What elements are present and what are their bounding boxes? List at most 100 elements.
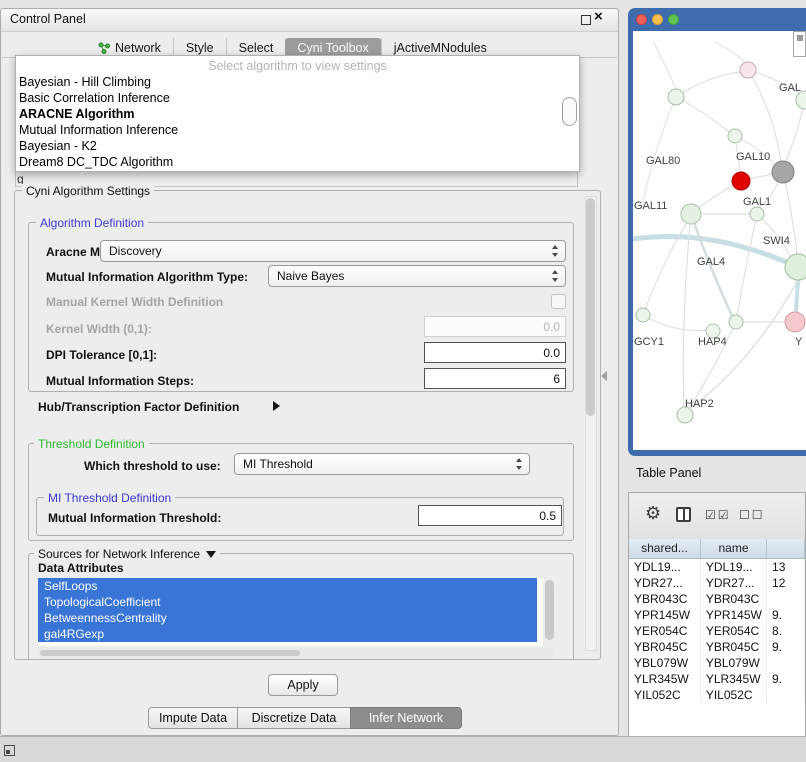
table-cell[interactable]: 9. [767, 639, 805, 655]
popup-scrollbar-thumb[interactable] [562, 97, 577, 126]
network-node[interactable] [732, 172, 750, 190]
algorithm-option[interactable]: Basic Correlation Inference [16, 90, 579, 106]
table-row[interactable]: YBR043CYBR043C [629, 591, 805, 607]
network-node[interactable] [729, 315, 743, 329]
table-cell[interactable]: YBR045C [629, 639, 701, 655]
table-cell[interactable]: YER054C [629, 623, 701, 639]
settings-scrollbar-thumb[interactable] [586, 198, 595, 416]
table-cell[interactable]: YIL052C [701, 687, 767, 703]
select-all-icon[interactable]: ☑☑ [705, 508, 731, 522]
attribute-item[interactable]: BetweennessCentrality [38, 610, 537, 626]
table-cell[interactable]: YPR145W [629, 607, 701, 623]
birdseye-thumb[interactable] [797, 35, 803, 41]
attribute-item[interactable]: SelfLoops [38, 578, 537, 594]
close-traffic-light[interactable] [636, 14, 647, 25]
table-cell[interactable]: 13 [767, 559, 805, 575]
apply-button[interactable]: Apply [268, 674, 338, 696]
aracne-mode-value: Discovery [109, 244, 162, 258]
kernel-width-label: Kernel Width (0,1): [46, 322, 152, 336]
attribute-hscrollbar-track[interactable] [38, 648, 555, 657]
tab-impute-data[interactable]: Impute Data [148, 707, 238, 729]
splitter-arrow-icon[interactable] [601, 371, 607, 381]
hub-definition-label[interactable]: Hub/Transcription Factor Definition [38, 400, 239, 414]
attribute-scrollbar-thumb[interactable] [545, 580, 554, 640]
network-node[interactable] [728, 129, 742, 143]
table-cell[interactable]: YBR043C [701, 591, 767, 607]
table-cell[interactable] [767, 687, 805, 703]
zoom-traffic-light[interactable] [668, 14, 679, 25]
column-header-name[interactable]: name [701, 539, 767, 558]
table-cell[interactable]: YBL079W [701, 655, 767, 671]
dpi-tolerance-field[interactable] [424, 342, 566, 363]
table-cell[interactable]: YIL052C [629, 687, 701, 703]
panel-dock-icon[interactable] [4, 745, 15, 756]
network-canvas[interactable]: GALGAL80GAL10GAL11GAL1SWI4GAL4GCY1HAP4HA… [633, 31, 806, 450]
table-cell[interactable]: YBL079W [629, 655, 701, 671]
gear-icon[interactable]: ⚙ [645, 504, 661, 522]
network-node[interactable] [636, 308, 650, 322]
network-node[interactable] [681, 204, 701, 224]
which-threshold-label: Which threshold to use: [84, 459, 221, 473]
which-threshold-combo[interactable]: MI Threshold [234, 453, 530, 475]
network-node[interactable] [785, 312, 805, 332]
attribute-item[interactable]: TopologicalCoefficient [38, 594, 537, 610]
table-row[interactable]: YER054CYER054C8. [629, 623, 805, 639]
birdseye-widget[interactable] [793, 31, 806, 57]
network-node[interactable] [785, 254, 806, 280]
close-icon[interactable]: × [594, 10, 603, 24]
table-cell[interactable]: YDR27... [701, 575, 767, 591]
network-edge [748, 70, 781, 161]
mi-threshold-field[interactable] [418, 505, 562, 526]
algorithm-option[interactable]: Bayesian - Hill Climbing [16, 74, 579, 90]
table-cell[interactable]: YLR345W [701, 671, 767, 687]
attribute-item[interactable]: gal4RGexp [38, 626, 537, 642]
tab-discretize-data[interactable]: Discretize Data [237, 707, 351, 729]
aracne-mode-combo[interactable]: Discovery [100, 240, 566, 262]
table-cell[interactable]: YBR045C [701, 639, 767, 655]
table-row[interactable]: YBL079WYBL079W [629, 655, 805, 671]
table-row[interactable]: YDR27...YDR27...12 [629, 575, 805, 591]
columns-icon[interactable] [676, 507, 691, 522]
table-cell[interactable] [767, 655, 805, 671]
deselect-all-icon[interactable]: ☐☐ [739, 508, 765, 522]
table-cell[interactable]: YPR145W [701, 607, 767, 623]
table-row[interactable]: YPR145WYPR145W9. [629, 607, 805, 623]
table-row[interactable]: YDL19...YDL19...13 [629, 559, 805, 575]
table-cell[interactable]: 9. [767, 607, 805, 623]
table-cell[interactable]: YBR043C [629, 591, 701, 607]
algorithm-option[interactable]: ARACNE Algorithm [16, 106, 579, 122]
mi-steps-field[interactable] [424, 368, 566, 389]
column-header-shared-name[interactable]: shared... [629, 539, 701, 558]
network-node[interactable] [750, 207, 764, 221]
network-node[interactable] [668, 89, 684, 105]
network-node[interactable] [740, 62, 756, 78]
table-cell[interactable]: 9. [767, 671, 805, 687]
table-cell[interactable]: YDL19... [629, 559, 701, 575]
chevron-down-icon[interactable] [206, 551, 216, 558]
tab-infer-network[interactable]: Infer Network [350, 707, 462, 729]
algorithm-option-list: Bayesian - Hill ClimbingBasic Correlatio… [16, 74, 579, 170]
table-row[interactable]: YLR345WYLR345W9. [629, 671, 805, 687]
column-header-clipped[interactable] [767, 539, 805, 558]
table-row[interactable]: YBR045CYBR045C9. [629, 639, 805, 655]
attribute-scrollbar-track[interactable] [543, 578, 555, 646]
table-cell[interactable]: YDL19... [701, 559, 767, 575]
table-cell[interactable]: 8. [767, 623, 805, 639]
attribute-hscrollbar-thumb[interactable] [40, 650, 300, 656]
table-cell[interactable]: YER054C [701, 623, 767, 639]
minimize-traffic-light[interactable] [652, 14, 663, 25]
sources-legend[interactable]: Sources for Network Inference [34, 547, 220, 561]
network-node[interactable] [772, 161, 794, 183]
table-row[interactable]: YIL052CYIL052C [629, 687, 805, 703]
mi-type-combo[interactable]: Naive Bayes [268, 265, 566, 287]
table-cell[interactable] [767, 591, 805, 607]
chevron-right-icon[interactable] [273, 401, 280, 411]
algorithm-option[interactable]: Mutual Information Inference [16, 122, 579, 138]
network-edge [683, 214, 691, 407]
algorithm-option[interactable]: Bayesian - K2 [16, 138, 579, 154]
table-cell[interactable]: 12 [767, 575, 805, 591]
algorithm-option[interactable]: Dream8 DC_TDC Algorithm [16, 154, 579, 170]
table-cell[interactable]: YLR345W [629, 671, 701, 687]
float-window-icon[interactable] [581, 15, 591, 25]
table-cell[interactable]: YDR27... [629, 575, 701, 591]
